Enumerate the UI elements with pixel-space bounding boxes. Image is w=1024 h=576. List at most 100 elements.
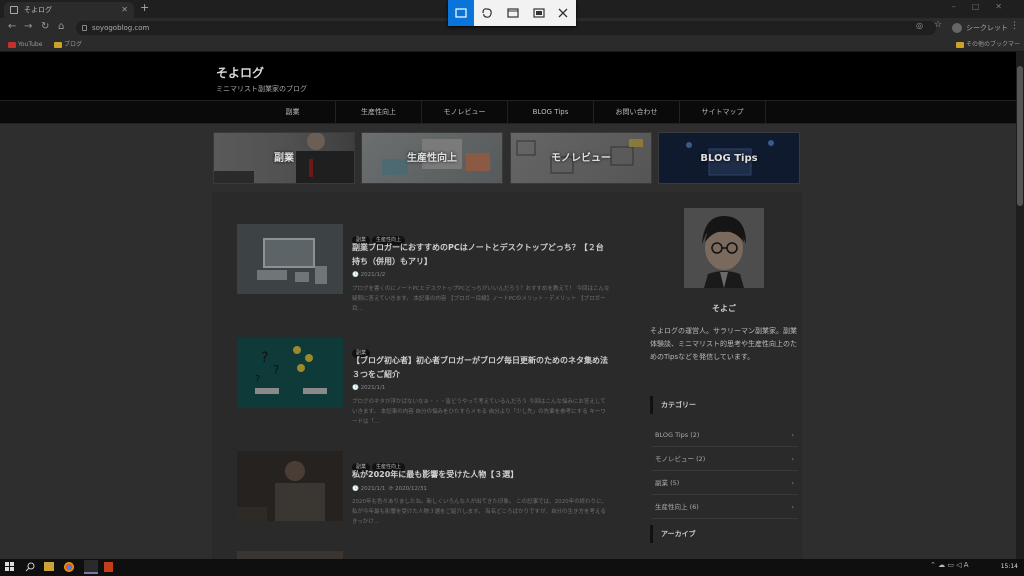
window-controls[interactable]: –□✕	[952, 2, 1018, 11]
post-tags: 副業	[352, 339, 372, 358]
close-snip-button[interactable]	[550, 0, 576, 26]
post-title[interactable]: 【ブログ初心者】初心者ブロガーがブログ毎日更新のためのネタ集め法３つをご紹介	[352, 354, 610, 382]
category-card-blog-tips[interactable]: BLOG Tips	[658, 132, 800, 184]
post-thumbnail[interactable]	[237, 551, 343, 559]
category-card-review[interactable]: モノレビュー	[510, 132, 652, 184]
window-snip-icon	[507, 8, 519, 18]
post-date: 🕒 2021/1/1	[352, 385, 386, 391]
category-card-label: 生産性向上	[407, 153, 457, 164]
menu-icon[interactable]: ⋮	[1010, 21, 1019, 31]
post-title[interactable]: 私が2020年に最も影響を受けた人物【３選】	[352, 468, 610, 482]
site-nav: 副業 生産性向上 モノレビュー BLOG Tips お問い合わせ サイトマップ	[0, 100, 1016, 124]
profile-illustration	[684, 208, 764, 288]
category-card-label: BLOG Tips	[700, 153, 758, 164]
scrollbar-thumb[interactable]	[1017, 66, 1023, 206]
chevron-right-icon: ›	[791, 479, 794, 487]
post-date: 🕒 2021/1/2	[352, 272, 386, 278]
pc-devices-illustration	[257, 238, 327, 284]
category-card-label: モノレビュー	[551, 153, 611, 164]
rect-snip-button[interactable]	[448, 0, 474, 26]
window-snip-button[interactable]	[500, 0, 526, 26]
reload-icon[interactable]: ↻	[41, 21, 49, 32]
bookmark-star-icon[interactable]: ☆	[934, 20, 942, 30]
incognito-label: シークレット	[966, 24, 1008, 32]
sidebar-category-blog-tips[interactable]: BLOG Tips (2) ›	[652, 423, 798, 447]
youtube-icon	[8, 42, 16, 48]
lock-icon	[82, 25, 87, 31]
active-app-icon[interactable]	[84, 560, 98, 574]
bookmarks-bar: YouTube ブログ その他のブックマーク	[0, 38, 1024, 60]
post-thumbnail[interactable]: ? ? ?	[237, 338, 343, 408]
post-tags: 副業	[352, 551, 372, 559]
site-header: そよログ ミニマリスト副業家のブログ	[0, 52, 1016, 100]
chevron-right-icon: ›	[791, 455, 794, 463]
incognito-avatar-icon	[952, 23, 962, 33]
post-thumbnail[interactable]	[237, 451, 343, 521]
nav-item-contact[interactable]: お問い合わせ	[594, 101, 680, 124]
post-thumbnail[interactable]	[237, 224, 343, 294]
nav-item-productivity[interactable]: 生産性向上	[336, 101, 422, 124]
category-card-productivity[interactable]: 生産性向上	[361, 132, 503, 184]
folder-icon	[956, 42, 964, 48]
nav-item-sitemap[interactable]: サイトマップ	[680, 101, 766, 124]
new-tab-button[interactable]: +	[140, 1, 149, 14]
post-title[interactable]: 副業ブロガーにおすすめのPCはノートとデスクトップどっち？【２台持ち（併用）もア…	[352, 241, 610, 269]
profile-description: そよログの運営人。サラリーマン副業家。副業体験談、ミニマリスト的思考や生産性向上…	[650, 327, 797, 361]
question-coins-illustration: ? ? ?	[255, 346, 327, 394]
close-icon	[558, 8, 568, 18]
fullscreen-snip-button[interactable]	[526, 0, 552, 26]
category-card-fukugyo[interactable]: 副業	[213, 132, 355, 184]
incognito-eye-icon[interactable]: ◎	[916, 21, 923, 30]
svg-text:?: ?	[261, 350, 268, 366]
nav-item-review[interactable]: モノレビュー	[422, 101, 508, 124]
tab-title: そよログ	[24, 6, 52, 14]
post-excerpt: ブログを書くのにノートPCとデスクトップPCどっちがいいんだろう？おすすめを教え…	[352, 286, 610, 312]
sidebar-category-review[interactable]: モノレビュー (2) ›	[652, 447, 798, 471]
post-tags: 副業 生産性向上	[352, 226, 407, 245]
chrome-icon[interactable]	[64, 562, 74, 572]
sidebar-category-fukugyo[interactable]: 副業 (5) ›	[652, 471, 798, 495]
close-tab-icon[interactable]: ✕	[121, 2, 128, 18]
snip-toolbar	[448, 0, 576, 26]
nav-item-blog-tips[interactable]: BLOG Tips	[508, 101, 594, 124]
url-text: soyogoblog.com	[92, 24, 150, 32]
freeform-snip-icon	[482, 8, 492, 18]
taskbar-clock[interactable]: 15:14	[1001, 563, 1018, 570]
search-icon[interactable]	[25, 562, 35, 572]
thinking-man-illustration	[237, 461, 325, 521]
avatar	[684, 208, 764, 288]
post-excerpt: ブログのネタが浮かばないなぁ・・・皆どうやって考えているんだろう 今回はこんな悩…	[352, 399, 606, 425]
post-tags: 副業 生産性向上	[352, 453, 407, 472]
profile-name: そよご	[712, 304, 736, 313]
sidebar-category-productivity[interactable]: 生産性向上 (6) ›	[652, 495, 798, 519]
bookmark-youtube[interactable]: YouTube	[8, 39, 42, 51]
back-icon[interactable]: ←	[8, 21, 16, 32]
favicon-icon	[10, 6, 18, 14]
site-title[interactable]: そよログ	[216, 64, 264, 81]
forward-icon[interactable]: →	[24, 21, 32, 32]
post-excerpt: 2020年も色々ありましたね。新しくいろんな人が出てきた印象。 この記事では、2…	[352, 499, 607, 525]
category-card-label: 副業	[274, 153, 294, 164]
system-tray-icons[interactable]: ⌃ ☁ ▭ ◁ A	[930, 561, 969, 569]
incognito-badge[interactable]: シークレット	[952, 21, 1008, 35]
page-scrollbar[interactable]	[1016, 52, 1024, 559]
nav-item-fukugyo[interactable]: 副業	[250, 101, 336, 124]
svg-text:?: ?	[255, 374, 260, 385]
chevron-right-icon: ›	[791, 431, 794, 439]
rectangle-snip-icon	[455, 8, 467, 18]
windows-start-icon[interactable]	[5, 562, 15, 572]
fullscreen-snip-icon	[533, 8, 545, 18]
home-icon[interactable]: ⌂	[58, 21, 64, 32]
freeform-snip-button[interactable]	[474, 0, 500, 26]
bookmark-blog[interactable]: ブログ	[54, 39, 82, 51]
office-icon[interactable]	[104, 562, 113, 572]
taskbar: ⌃ ☁ ▭ ◁ A 15:14	[0, 559, 1024, 576]
chevron-right-icon: ›	[791, 503, 794, 511]
sidebar-heading-archive: アーカイブ	[650, 525, 800, 543]
browser-tab[interactable]: そよログ ✕	[4, 2, 134, 18]
sidebar-heading-category: カテゴリー	[650, 396, 800, 414]
web-page: そよログ ミニマリスト副業家のブログ 副業 生産性向上 モノレビュー BLOG …	[0, 52, 1016, 559]
folder-icon	[54, 42, 62, 48]
file-explorer-icon[interactable]	[44, 562, 54, 571]
post-date: 🕒 2021/1/1 ⟳ 2020/12/31	[352, 486, 427, 492]
